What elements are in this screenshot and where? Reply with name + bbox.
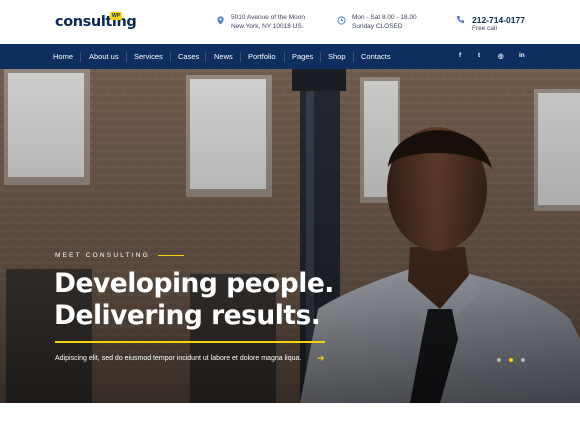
nav-item-about[interactable]: About us [89, 52, 119, 61]
nav-divider [170, 52, 171, 62]
nav-divider [126, 52, 127, 62]
nav-item-portfolio[interactable]: Portfolio [248, 52, 276, 61]
nav-item-contacts[interactable]: Contacts [361, 52, 391, 61]
address-line-1: 5010 Avenue of the Moon [231, 14, 305, 21]
hours-block: Mon - Sat 8.00 - 18.00 Sunday CLOSED [337, 14, 417, 31]
logo-badge: WP [110, 12, 123, 20]
nav-item-services[interactable]: Services [134, 52, 163, 61]
hero-slider: MEET CONSULTING Developing people. Deliv… [0, 69, 580, 403]
slider-dot[interactable] [497, 358, 501, 362]
headline-line-1: Developing people. [54, 268, 334, 299]
headline-line-2: Delivering results. [54, 300, 321, 331]
nav-divider [80, 52, 81, 62]
hero-headline: Developing people. Delivering results. [54, 268, 334, 332]
slider-dot-active[interactable] [509, 358, 513, 362]
nav-item-shop[interactable]: Shop [328, 52, 346, 61]
hero-divider [55, 341, 325, 343]
address-block: 5010 Avenue of the Moon New York, NY 100… [217, 14, 305, 31]
map-pin-icon [217, 16, 224, 25]
hours-line-1: Mon - Sat 8.00 - 18.00 [352, 14, 417, 21]
clock-icon [337, 16, 346, 25]
instagram-icon[interactable]: ◎ [498, 52, 504, 60]
phone-caption: Free call [472, 25, 497, 32]
hero-subtext: Adipiscing elit, sed do eiusmod tempor i… [55, 355, 302, 362]
nav-item-news[interactable]: News [214, 52, 233, 61]
linkedin-icon[interactable]: in [519, 52, 525, 59]
nav-item-cases[interactable]: Cases [178, 52, 199, 61]
eyebrow-divider [158, 255, 184, 256]
arrow-right-icon[interactable]: ➔ [317, 353, 325, 364]
twitter-icon[interactable]: t [478, 52, 480, 59]
hero-background-image [0, 69, 580, 403]
nav-divider [240, 52, 241, 62]
top-header: consulting WP 5010 Avenue of the Moon Ne… [0, 0, 580, 44]
slider-dot[interactable] [521, 358, 525, 362]
nav-divider [284, 52, 285, 62]
nav-divider [353, 52, 354, 62]
nav-divider [205, 52, 206, 62]
phone-icon [456, 15, 465, 24]
nav-item-home[interactable]: Home [53, 52, 73, 61]
facebook-icon[interactable]: f [459, 52, 461, 59]
main-nav: Home About us Services Cases News Portfo… [0, 44, 580, 69]
site-logo[interactable]: consulting [55, 14, 137, 30]
address-line-2: New York, NY 10018 US. [231, 22, 304, 30]
page-bottom-area [0, 403, 580, 423]
hours-line-2: Sunday CLOSED [352, 22, 403, 30]
nav-item-pages[interactable]: Pages [292, 52, 313, 61]
nav-divider [320, 52, 321, 62]
hero-eyebrow: MEET CONSULTING [55, 252, 150, 259]
phone-number[interactable]: 212-714-0177 [472, 15, 525, 25]
phone-block: 212-714-0177 Free call [456, 15, 525, 34]
